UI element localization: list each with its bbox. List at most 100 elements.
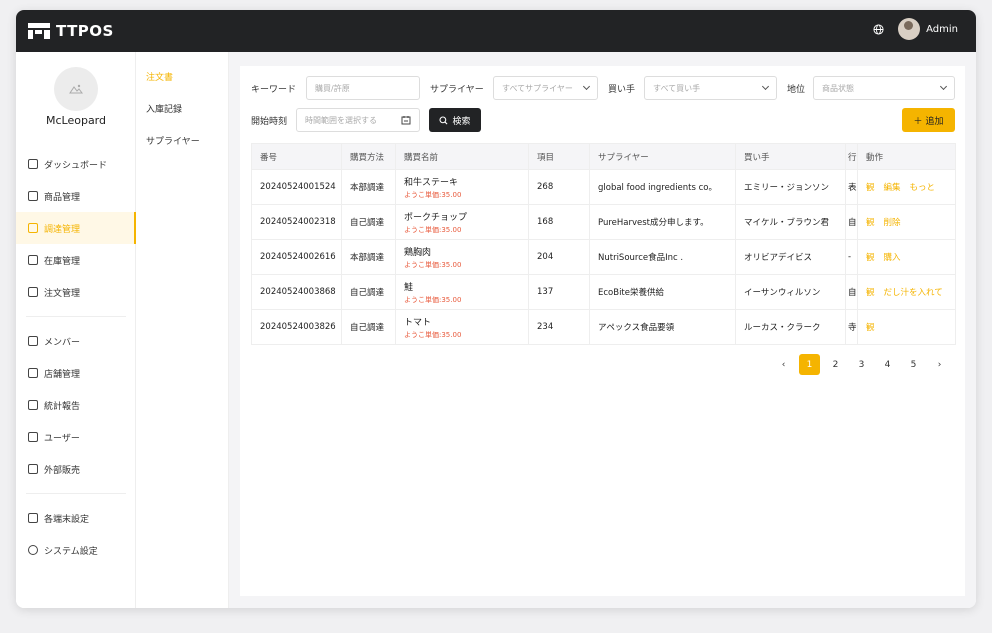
buyer-label: 買い手 [608, 85, 636, 95]
add-stock-link[interactable]: だし汁を入れて [884, 288, 943, 298]
sidebar-item-users[interactable]: ユーザー [16, 421, 136, 453]
sidebar-item-system-settings[interactable]: システム設定 [16, 534, 136, 566]
user-menu[interactable]: Admin [898, 18, 958, 40]
app-window: TTPOS Admin McLeopard ダッシュボード 商品管理 調達管理 … [16, 10, 976, 608]
pagination: ‹ 1 2 3 4 5 › [773, 354, 950, 375]
profile-name: McLeopard [45, 114, 106, 127]
main-content: キーワード 購買/許原 サプライヤー すべてサプライヤー 買い手 すべて買い手 … [229, 52, 976, 608]
globe-icon[interactable] [873, 23, 884, 35]
table-row: 20240524003826 自己調達 トマト ようこ単価:35.00 234 ア… [251, 309, 956, 345]
buyer-name: エミリー・ジョンソン [735, 169, 846, 205]
subnav-item-receiving-records[interactable]: 入庫記録 [136, 92, 228, 124]
edit-link[interactable]: 編集 [884, 183, 901, 193]
logo-icon [28, 23, 50, 39]
column-header: 項目 [528, 143, 590, 170]
unit-price: ようこ単価:35.00 [404, 295, 462, 304]
actions-cell: 観編集 もっと [857, 169, 956, 205]
sidebar-item-stores[interactable]: 店舗管理 [16, 357, 136, 389]
store-icon [28, 368, 38, 378]
subnav-item-purchase-orders[interactable]: 注文書 [136, 60, 228, 92]
user-name: Admin [926, 23, 958, 35]
table-row: 20240524003868 自己調達 鮭ようこ単価:35.00 137 Eco… [251, 274, 956, 310]
plus-icon: ＋ [913, 116, 923, 127]
view-link[interactable]: 観 [866, 183, 875, 193]
product-cell: 鮭ようこ単価:35.00 [395, 274, 529, 310]
sidebar-item-products[interactable]: 商品管理 [16, 180, 136, 212]
sidebar-item-reports[interactable]: 統計報告 [16, 389, 136, 421]
truncated-cell: 自 [845, 274, 858, 310]
inventory-icon [28, 255, 38, 265]
buyer-select[interactable]: すべて買い手 [644, 76, 777, 100]
unit-price: ようこ単価:35.00 [404, 225, 462, 234]
table-header: 番号 購買方法 購買名前 項目 サプライヤー 買い手 行 動作 [251, 143, 956, 170]
column-header: 買い手 [735, 143, 846, 170]
sidebar-item-terminals[interactable]: 各端末設定 [16, 502, 136, 534]
sidebar-item-orders[interactable]: 注文管理 [16, 276, 136, 308]
sidebar-item-external-sales[interactable]: 外部販売 [16, 453, 136, 485]
purchase-link[interactable]: 購入 [884, 253, 901, 263]
add-button[interactable]: ＋追加 [902, 108, 955, 132]
next-page-button[interactable]: › [929, 354, 950, 375]
cart-icon [28, 223, 38, 233]
view-link[interactable]: 観 [866, 288, 875, 298]
supplier-name: EcoBite栄養供給 [589, 274, 736, 310]
supplier-name: PureHarvest成分申します。 [589, 204, 736, 240]
product-name: 鮭 [404, 282, 414, 293]
search-button[interactable]: 検索 [429, 108, 481, 132]
page-3-button[interactable]: 3 [851, 354, 872, 375]
page-4-button[interactable]: 4 [877, 354, 898, 375]
unit-price: ようこ単価:35.00 [404, 190, 462, 199]
product-cell: ポークチョップ ようこ単価:35.00 [395, 204, 529, 240]
clipboard-icon [28, 287, 38, 297]
nav-divider [26, 493, 126, 494]
view-link[interactable]: 観 [866, 253, 875, 263]
status-select[interactable]: 商品状態 [813, 76, 955, 100]
item-count: 268 [528, 169, 590, 205]
prev-page-button[interactable]: ‹ [773, 354, 794, 375]
sidebar-item-members[interactable]: メンバー [16, 325, 136, 357]
chevron-down-icon [939, 82, 948, 91]
supplier-name: NutriSource食品Inc . [589, 239, 736, 275]
sidebar-item-procurement[interactable]: 調達管理 [16, 212, 136, 244]
page-1-button[interactable]: 1 [799, 354, 820, 375]
actions-cell: 観削除 [857, 204, 956, 240]
truncated-cell: 自 [845, 204, 858, 240]
logo: TTPOS [28, 22, 114, 40]
subnav-item-suppliers[interactable]: サプライヤー [136, 124, 228, 156]
view-link[interactable]: 観 [866, 323, 875, 333]
order-number: 20240524002616 [251, 239, 342, 275]
item-count: 137 [528, 274, 590, 310]
chevron-down-icon [761, 82, 770, 91]
purchase-method: 自己調達 [341, 204, 396, 240]
product-name: ポークチョップ [404, 212, 468, 223]
column-header: サプライヤー [589, 143, 736, 170]
date-range-input[interactable]: 時間範囲を選択する [296, 108, 420, 132]
delete-link[interactable]: 削除 [884, 218, 901, 228]
more-link[interactable]: もっと [910, 183, 936, 193]
purchase-method: 自己調達 [341, 309, 396, 345]
supplier-select[interactable]: すべてサプライヤー [493, 76, 598, 100]
order-number: 20240524003826 [251, 309, 342, 345]
terminal-icon [28, 513, 38, 523]
page-2-button[interactable]: 2 [825, 354, 846, 375]
keyword-label: キーワード [251, 85, 297, 95]
keyword-input[interactable]: 購買/許原 [306, 76, 420, 100]
page-5-button[interactable]: 5 [903, 354, 924, 375]
sidebar-item-inventory[interactable]: 在庫管理 [16, 244, 136, 276]
report-icon [28, 400, 38, 410]
product-name: 和牛ステーキ [404, 177, 459, 188]
product-cell: 和牛ステーキ ようこ単価:35.00 [395, 169, 529, 205]
table-row: 20240524001524 本部調達 和牛ステーキ ようこ単価:35.00 26… [251, 169, 956, 205]
sidebar-item-dashboard[interactable]: ダッシュボード [16, 148, 136, 180]
actions-cell: 観 [857, 309, 956, 345]
brand-name: TTPOS [56, 22, 114, 40]
column-header: 行 [845, 143, 858, 170]
item-count: 234 [528, 309, 590, 345]
user-avatar [898, 18, 921, 40]
supplier-name: アペックス食品要領 [589, 309, 736, 345]
status-label: 地位 [787, 85, 806, 95]
view-link[interactable]: 観 [866, 218, 875, 228]
supplier-label: サプライヤー [430, 85, 484, 95]
column-header: 番号 [251, 143, 342, 170]
purchase-method: 本部調達 [341, 169, 396, 205]
